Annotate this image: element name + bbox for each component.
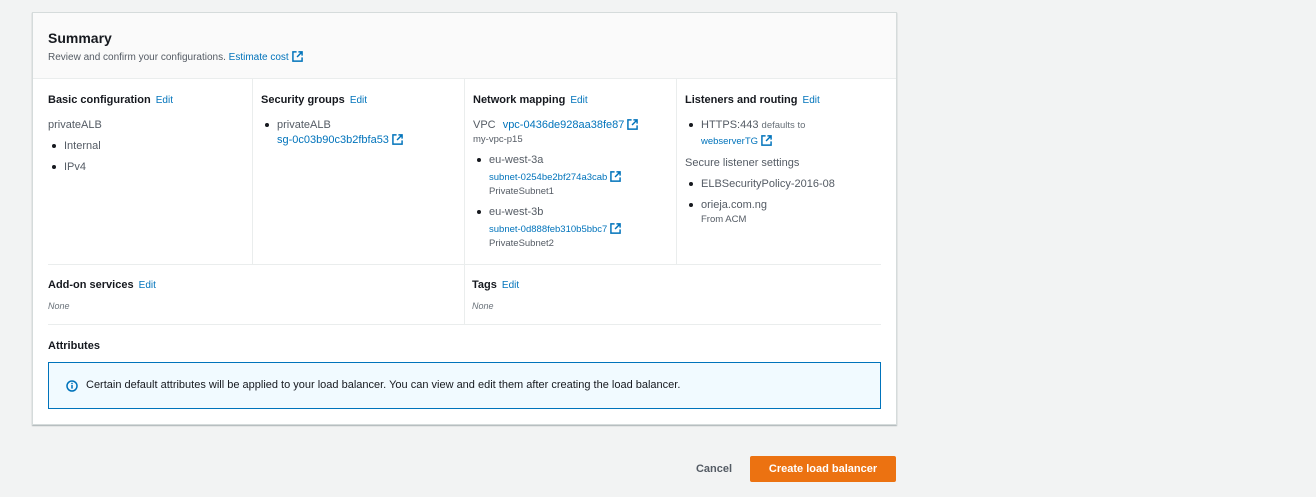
summary-panel: Summary Review and confirm your configur… [32,12,897,425]
target-group-link[interactable]: webserverTG [701,135,772,147]
create-load-balancer-button[interactable]: Create load balancer [750,456,896,482]
listeners-routing-heading: Listeners and routing Edit [685,94,881,106]
subnet-id-link[interactable]: subnet-0d888feb310b5bbc7 [489,223,622,235]
vpc-id-link[interactable]: vpc-0436de928aa38fe87 [503,119,639,131]
availability-zone: eu-west-3b [489,206,544,218]
listeners-routing-title: Listeners and routing [685,94,798,106]
attributes-info-text: Certain default attributes will be appli… [86,379,681,391]
external-link-icon [291,51,303,62]
subnet-name: PrivateSubnet1 [489,186,554,197]
security-group-item: privateALB sg-0c03b90c3b2fbfa53 [261,119,464,146]
external-link-icon [610,171,622,182]
security-groups-section: Security groups Edit privateALB sg-0c03b… [252,79,464,264]
section-divider [48,324,881,325]
subnet-id-link[interactable]: subnet-0254be2bf274a3cab [489,171,622,183]
attributes-info-alert: Certain default attributes will be appli… [48,362,881,409]
estimate-cost-link[interactable]: Estimate cost [228,51,303,63]
listener-protocol-port: HTTPS:443 [701,119,759,131]
network-mapping-title: Network mapping [473,94,566,106]
addon-services-heading: Add-on services Edit [48,279,156,291]
security-group-id-link[interactable]: sg-0c03b90c3b2fbfa53 [277,134,403,146]
summary-title: Summary [48,30,112,46]
summary-header: Summary Review and confirm your configur… [33,13,896,79]
basic-configuration-heading: Basic configuration Edit [48,94,252,106]
addon-services-section: Add-on services Edit None [48,279,156,311]
vpc-row: VPC vpc-0436de928aa38fe87 [473,119,676,131]
cancel-button[interactable]: Cancel [683,456,745,482]
basic-configuration-edit-link[interactable]: Edit [156,95,173,106]
ip-address-type-item: IPv4 [48,161,252,173]
subnet-id: subnet-0254be2bf274a3cab [489,172,608,183]
scheme-item: Internal [48,140,252,152]
availability-zone: eu-west-3a [489,154,544,166]
addon-services-edit-link[interactable]: Edit [139,280,156,291]
tags-value: None [472,301,494,311]
attributes-title: Attributes [48,340,100,352]
network-mapping-heading: Network mapping Edit [473,94,676,106]
certificate-domain: orieja.com.ng [701,199,768,211]
basic-configuration-section: Basic configuration Edit privateALB Inte… [33,79,252,264]
listeners-routing-edit-link[interactable]: Edit [803,95,820,106]
vpc-name: my-vpc-p15 [473,134,523,145]
secure-listener-settings-title: Secure listener settings [685,157,800,169]
external-link-icon [761,135,772,146]
basic-configuration-title: Basic configuration [48,94,151,106]
certificate-item: orieja.com.ng From ACM [685,199,881,225]
external-link-icon [627,119,639,130]
listeners-routing-section: Listeners and routing Edit HTTPS:443 def… [676,79,881,264]
security-group-name: privateALB [277,119,331,131]
security-group-id: sg-0c03b90c3b2fbfa53 [277,134,389,146]
security-policy-item: ELBSecurityPolicy-2016-08 [685,178,881,190]
external-link-icon [610,223,622,234]
listener-item: HTTPS:443 defaults to webserverTG [685,119,881,147]
summary-description-text: Review and confirm your configurations. [48,52,226,63]
subnet-name: PrivateSubnet2 [489,238,554,249]
network-mapping-section: Network mapping Edit VPC vpc-0436de928aa… [464,79,676,264]
tags-edit-link[interactable]: Edit [502,280,519,291]
vpc-id: vpc-0436de928aa38fe87 [502,119,625,131]
vpc-label: VPC [473,119,496,131]
addon-services-value: None [48,301,70,311]
security-groups-heading: Security groups Edit [261,94,464,106]
security-groups-edit-link[interactable]: Edit [350,95,367,106]
security-groups-title: Security groups [261,94,345,106]
tags-heading: Tags Edit [472,279,519,291]
load-balancer-name: privateALB [48,119,102,131]
subnet-mapping-item: eu-west-3b subnet-0d888feb310b5bbc7 Priv… [473,206,676,249]
tags-title: Tags [472,279,497,291]
network-mapping-edit-link[interactable]: Edit [570,95,587,106]
tags-section: Tags Edit None [472,279,519,311]
addon-services-title: Add-on services [48,279,134,291]
section-divider-vertical [464,265,465,325]
target-group-name: webserverTG [701,136,759,147]
summary-description: Review and confirm your configurations. … [48,51,303,63]
external-link-icon [392,134,403,145]
defaults-to-text: defaults to [761,120,806,131]
estimate-cost-label: Estimate cost [228,52,289,63]
info-icon [66,380,78,392]
subnet-mapping-item: eu-west-3a subnet-0254be2bf274a3cab Priv… [473,154,676,197]
certificate-source: From ACM [701,214,747,225]
subnet-id: subnet-0d888feb310b5bbc7 [489,224,608,235]
